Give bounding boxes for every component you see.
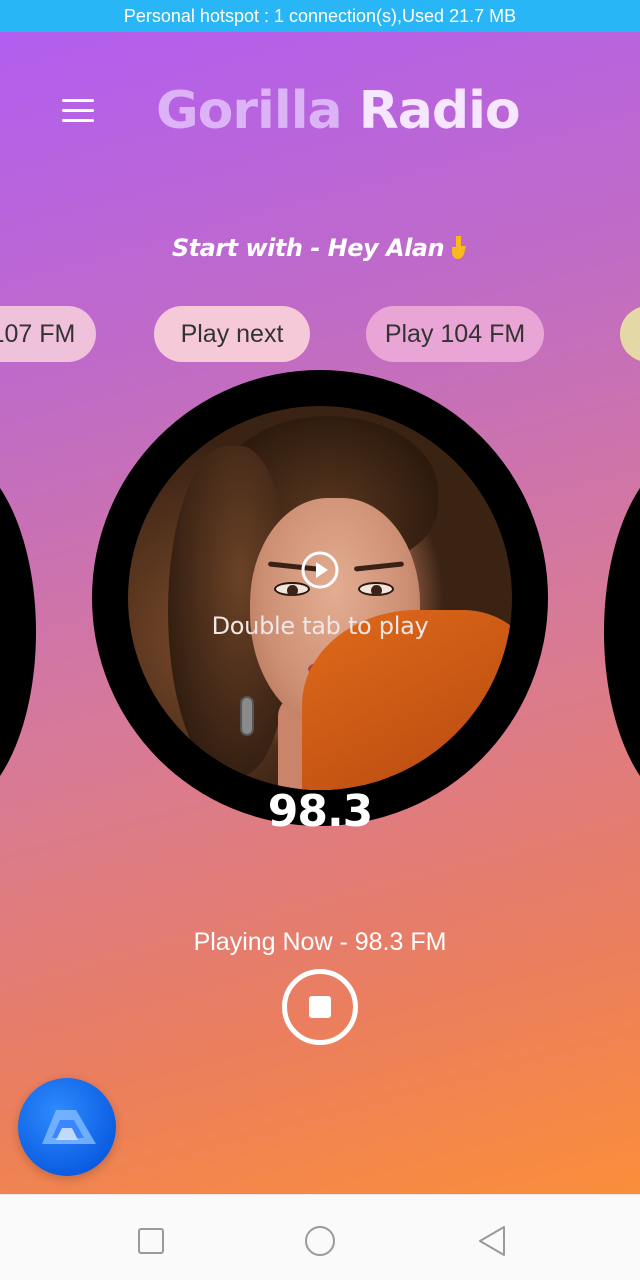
radio-app-screen: Gorilla Radio Start with - Hey Alan 107 … [0,32,640,1194]
suggestion-chip-label: Play 104 FM [384,319,526,348]
suggestion-chip-label: Play next [180,319,284,348]
pointing-down-hand-icon [452,236,467,259]
double-tap-hint: Double tab to play [211,612,429,640]
hamburger-menu-icon[interactable] [58,94,100,128]
suggestion-chip-play-next[interactable]: Play next [154,306,310,362]
voice-hint-text: Start with - Hey Alan [171,234,445,262]
play-circle-icon[interactable] [300,550,340,590]
station-frequency: 98.3 [267,786,374,837]
alan-logo-icon [42,1110,96,1144]
station-disc[interactable] [92,370,548,826]
suggestion-chip-107-fm[interactable]: 107 FM [0,306,96,362]
voice-hint: Start with - Hey Alan [0,234,640,262]
stop-icon [309,996,331,1018]
suggestion-chip-partial[interactable] [620,306,640,362]
app-title: Gorilla Radio [156,76,521,146]
stop-button[interactable] [282,969,358,1045]
app-title-part1: Gorilla [156,81,359,141]
triangle-back-icon[interactable] [472,1221,512,1261]
suggestion-chip-play-104-fm[interactable]: Play 104 FM [366,306,544,362]
alan-assistant-button[interactable] [18,1078,116,1176]
station-artwork [128,406,512,790]
status-bar: Personal hotspot : 1 connection(s),Used … [0,0,640,32]
status-text: Personal hotspot : 1 connection(s),Used … [123,5,517,26]
app-title-part2: Radio [358,81,521,141]
suggestion-chip-label: 107 FM [0,319,76,348]
circle-icon[interactable] [300,1221,340,1261]
square-icon[interactable] [131,1221,171,1261]
now-playing-label: Playing Now - 98.3 FM [193,928,447,956]
system-navigation-bar [0,1194,640,1280]
